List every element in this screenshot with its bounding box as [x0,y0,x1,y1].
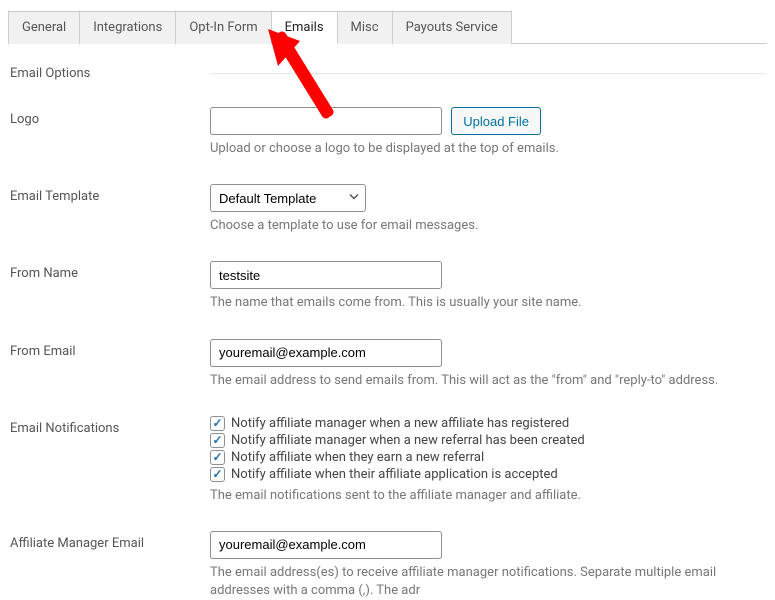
label-email-template: Email Template [10,184,210,204]
help-from-name: The name that emails come from. This is … [210,294,765,312]
tab-payouts-service[interactable]: Payouts Service [393,11,512,44]
help-from-email: The email address to send emails from. T… [210,372,765,390]
label-from-name: From Name [10,261,210,281]
from-email-input[interactable] [210,339,442,367]
from-name-input[interactable] [210,261,442,289]
help-email-template: Choose a template to use for email messa… [210,217,765,235]
tab-emails[interactable]: Emails [272,11,338,44]
upload-file-button[interactable]: Upload File [451,107,541,135]
label-affiliate-manager-email: Affiliate Manager Email [10,531,210,551]
checkbox-label: Notify affiliate manager when a new refe… [231,433,585,448]
help-affiliate-manager-email: The email address(es) to receive affilia… [210,564,765,600]
checkbox-notify-affiliate-application-accepted[interactable] [210,467,225,482]
help-email-notifications: The email notifications sent to the affi… [210,487,765,505]
checkbox-label: Notify affiliate manager when a new affi… [231,416,569,431]
checkbox-notify-affiliate-earn-referral[interactable] [210,450,225,465]
tab-integrations[interactable]: Integrations [80,11,176,44]
divider [211,73,765,74]
checkbox-notify-manager-new-affiliate[interactable] [210,416,225,431]
label-logo: Logo [10,107,210,127]
checkbox-notify-manager-new-referral[interactable] [210,433,225,448]
email-template-select[interactable]: Default Template [210,184,366,212]
affiliate-manager-email-input[interactable] [210,531,442,559]
checkbox-label: Notify affiliate when their affiliate ap… [231,467,558,482]
tab-optin-form[interactable]: Opt-In Form [176,11,271,44]
label-from-email: From Email [10,339,210,359]
label-email-notifications: Email Notifications [10,416,210,436]
section-title-email-options: Email Options [10,66,205,81]
tabs-bar: General Integrations Opt-In Form Emails … [8,10,767,44]
logo-input[interactable] [210,107,442,135]
tab-misc[interactable]: Misc [338,11,393,44]
help-logo: Upload or choose a logo to be displayed … [210,140,765,158]
tab-general[interactable]: General [8,11,80,44]
checkbox-label: Notify affiliate when they earn a new re… [231,450,484,465]
